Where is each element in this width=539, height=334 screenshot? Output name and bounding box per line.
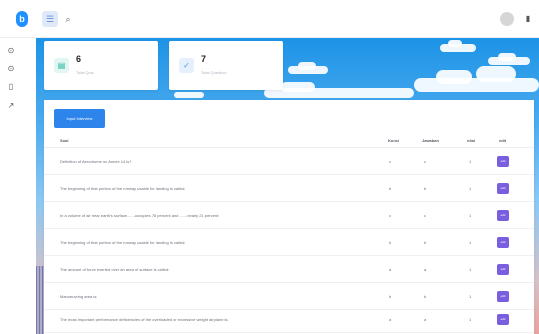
cell-jawaban: a xyxy=(424,317,427,322)
cloud-decoration xyxy=(281,82,315,92)
stat-value: 7 xyxy=(201,54,207,64)
column-header-kunci: Kunci xyxy=(388,138,400,143)
input-interview-button[interactable]: Input Interview xyxy=(54,109,105,128)
cell-kunci: c xyxy=(389,159,391,164)
cell-soal: Definition of Aerodrome on Annex 14 is? xyxy=(60,159,132,164)
cell-jawaban: b xyxy=(424,240,427,245)
cell-nilai: 1 xyxy=(469,213,472,218)
cell-nilai: 1 xyxy=(469,159,472,164)
edit-button[interactable]: edit xyxy=(497,237,509,248)
top-bar: b ☰ ⌕ ▮ xyxy=(0,0,539,38)
table-row: The amount of force exerted over an area… xyxy=(44,257,534,283)
cell-soal: Manoeuvring area is: xyxy=(60,294,98,299)
quiz-icon: ▤ xyxy=(54,58,69,73)
table-row: In a volume of air near earth's surface.… xyxy=(44,203,534,229)
edit-button[interactable]: edit xyxy=(497,156,509,167)
column-header-jawaban: Jawaban xyxy=(422,138,439,143)
circle-icon[interactable]: ⊙ xyxy=(4,62,18,76)
cell-nilai: 1 xyxy=(469,240,472,245)
cell-nilai: 1 xyxy=(469,294,472,299)
column-header-nilai: nilai xyxy=(467,138,476,143)
edit-button[interactable]: edit xyxy=(497,264,509,275)
cell-soal: The most important performance deficienc… xyxy=(60,317,229,322)
table-row: Definition of Aerodrome on Annex 14 is? … xyxy=(44,149,534,175)
cloud-decoration xyxy=(476,66,516,82)
cell-jawaban: c xyxy=(424,159,426,164)
table-header: Soal Kunci Jawaban nilai edit xyxy=(44,134,534,148)
cloud-decoration xyxy=(174,92,204,98)
cell-soal: The amount of force exerted over an area… xyxy=(60,267,170,272)
edit-button[interactable]: edit xyxy=(497,291,509,302)
app-logo[interactable]: b xyxy=(16,11,28,27)
cell-soal: In a volume of air near earth's surface.… xyxy=(60,213,220,218)
cell-jawaban: b xyxy=(424,186,427,191)
cell-kunci: b xyxy=(389,240,392,245)
edit-button[interactable]: edit xyxy=(497,314,509,325)
stat-label: Total Question xyxy=(201,70,227,75)
cloud-decoration xyxy=(298,62,316,70)
cell-soal: The beginning of that portion of the run… xyxy=(60,186,186,191)
cell-jawaban: b xyxy=(424,294,427,299)
stat-card-question: ✓ 7 Total Question xyxy=(169,41,283,90)
user-avatar[interactable] xyxy=(500,12,514,26)
menu-icon[interactable]: ☰ xyxy=(42,11,58,27)
column-header-soal: Soal xyxy=(60,138,69,143)
document-icon[interactable]: ▮ xyxy=(523,13,533,25)
cell-nilai: 1 xyxy=(469,267,472,272)
cell-jawaban: a xyxy=(424,267,427,272)
cell-kunci: b xyxy=(389,294,392,299)
pin-icon[interactable]: ↗ xyxy=(4,99,18,113)
edit-button[interactable]: edit xyxy=(497,183,509,194)
table-row: The beginning of that portion of the run… xyxy=(44,176,534,202)
column-header-edit: edit xyxy=(499,138,507,143)
cloud-decoration xyxy=(498,53,516,61)
cell-kunci: a xyxy=(389,267,392,272)
question-table-panel: Input Interview Soal Kunci Jawaban nilai… xyxy=(44,100,534,334)
cell-kunci: c xyxy=(389,213,391,218)
sidebar: ⊙ ⊙ ▯ ↗ xyxy=(0,38,30,334)
edit-button[interactable]: edit xyxy=(497,210,509,221)
table-row: The beginning of that portion of the run… xyxy=(44,230,534,256)
cloud-decoration xyxy=(414,78,539,92)
cloud-decoration xyxy=(448,40,462,47)
cell-nilai: 1 xyxy=(469,317,472,322)
cell-soal: The beginning of that portion of the run… xyxy=(60,240,186,245)
cell-jawaban: c xyxy=(424,213,426,218)
stat-label: Total Quiz xyxy=(76,70,94,75)
search-icon[interactable]: ⌕ xyxy=(62,12,74,26)
cell-kunci: b xyxy=(389,186,392,191)
cloud-decoration xyxy=(436,70,472,84)
circle-icon[interactable]: ⊙ xyxy=(4,44,18,58)
cell-kunci: a xyxy=(389,317,392,322)
document-icon[interactable]: ▯ xyxy=(4,80,18,94)
table-row: The most important performance deficienc… xyxy=(44,307,534,333)
cell-nilai: 1 xyxy=(469,186,472,191)
stat-value: 6 xyxy=(76,54,82,64)
check-icon: ✓ xyxy=(179,58,194,73)
stat-card-quiz: ▤ 6 Total Quiz xyxy=(44,41,158,90)
